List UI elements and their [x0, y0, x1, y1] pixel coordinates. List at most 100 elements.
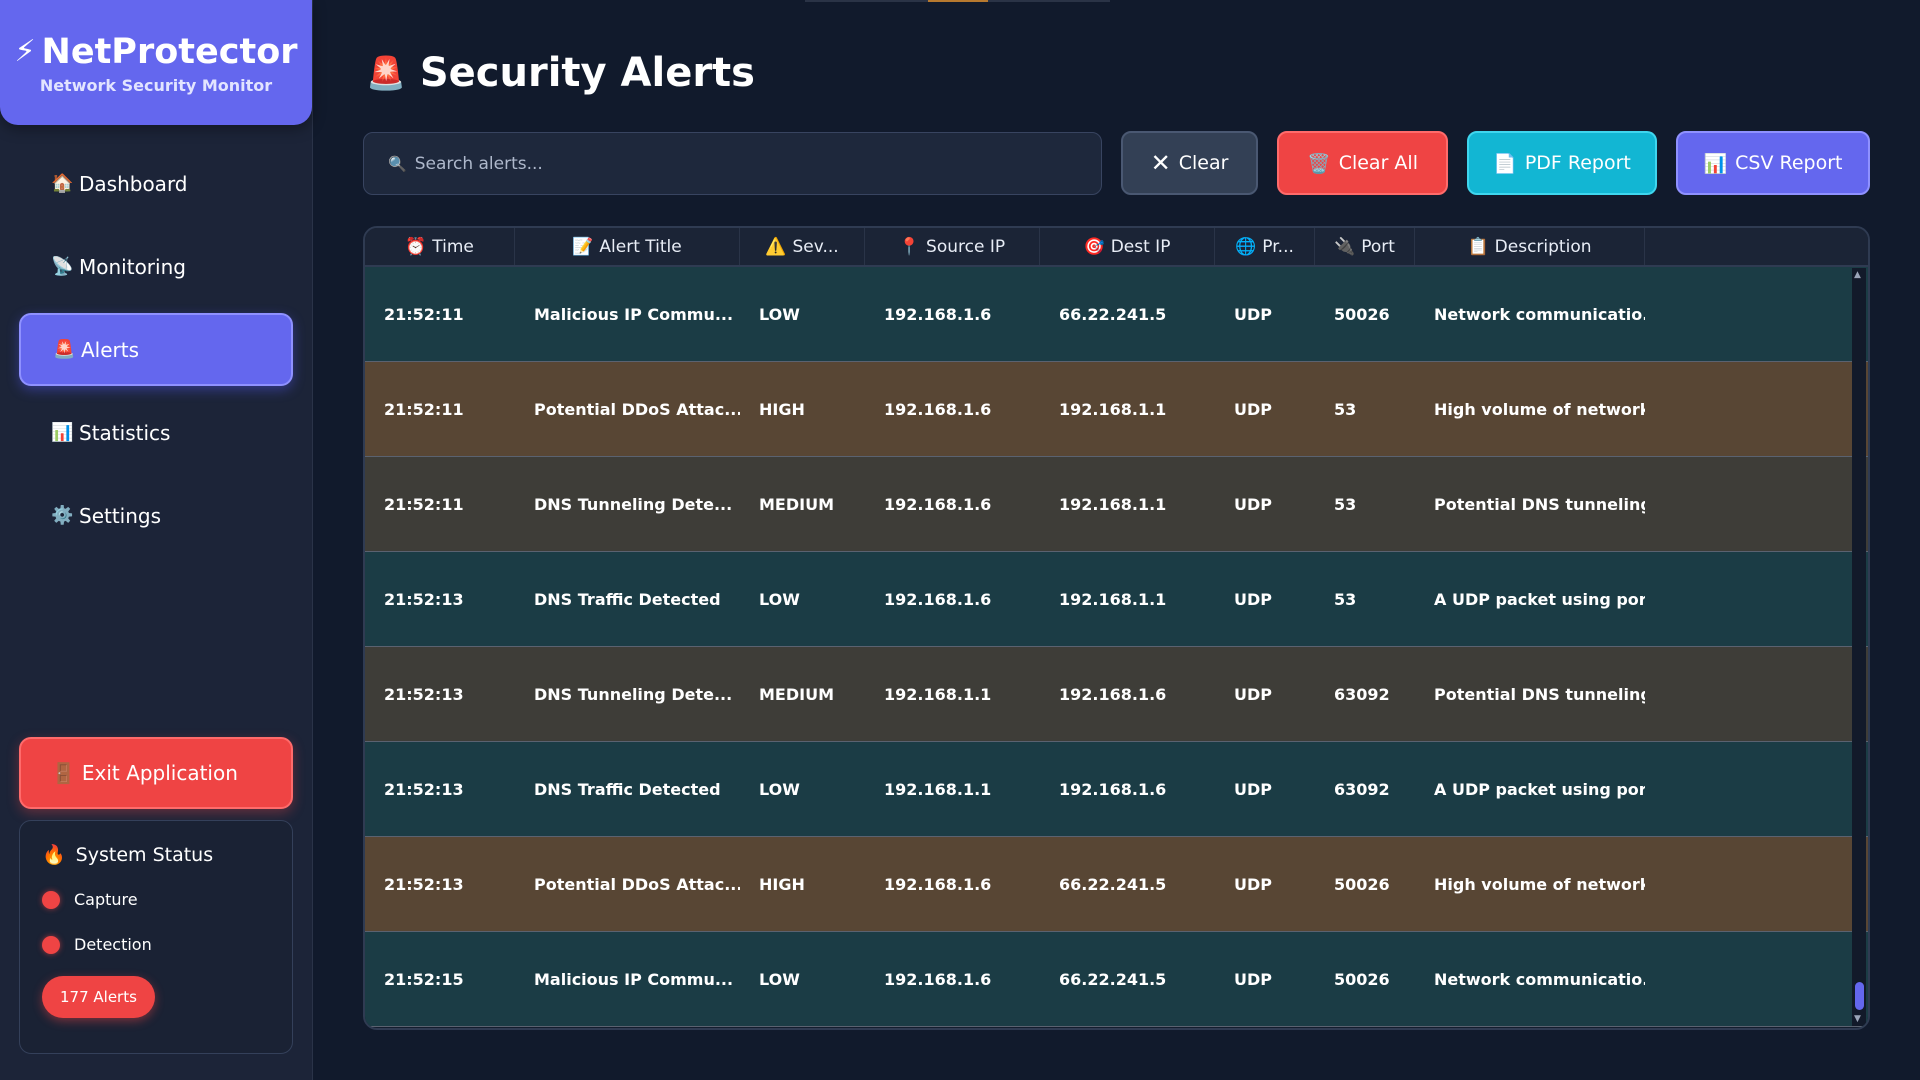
cell-alert-title: DNS Tunneling Dete...: [534, 684, 733, 704]
clear-button[interactable]: ✕ Clear: [1121, 131, 1258, 195]
search-bar: 🔍: [363, 132, 1102, 195]
column-header-port[interactable]: 🔌 Port: [1315, 228, 1415, 265]
sidebar-item-statistics[interactable]: 📊 Statistics: [19, 396, 293, 469]
app-title: ⚡ NetProtector: [0, 32, 312, 72]
cell-time: 21:52:11: [384, 494, 464, 514]
column-header-severity[interactable]: ⚠️ Sev...: [740, 228, 865, 265]
clear-all-button[interactable]: 🗑️ Clear All: [1277, 131, 1448, 195]
cell-alert-title: DNS Traffic Detected: [534, 779, 721, 799]
cell-alert-title: Malicious IP Commu...: [534, 969, 734, 989]
cell-severity: LOW: [759, 969, 800, 989]
document-icon: 📄: [1493, 152, 1517, 175]
page-title: 🚨 Security Alerts: [366, 50, 755, 96]
table-row[interactable]: 21:52:11 DNS Tunneling Dete... MEDIUM 19…: [365, 457, 1868, 552]
table-row[interactable]: 21:52:11 Malicious IP Commu... LOW 192.1…: [365, 267, 1868, 362]
door-icon: 🚪: [51, 761, 76, 785]
cell-port: 50026: [1334, 304, 1390, 324]
cell-severity: HIGH: [759, 399, 805, 419]
detection-label: Detection: [74, 935, 152, 954]
cell-port: 53: [1334, 399, 1357, 419]
cell-source-ip: 192.168.1.6: [884, 304, 992, 324]
table-row[interactable]: 21:52:11 Potential DDoS Attac... HIGH 19…: [365, 362, 1868, 457]
cell-severity: MEDIUM: [759, 684, 834, 704]
sidebar-item-label: Settings: [79, 503, 162, 528]
csv-report-button[interactable]: 📊 CSV Report: [1676, 131, 1870, 195]
cell-severity: LOW: [759, 304, 800, 324]
column-header-description[interactable]: 📋 Description: [1415, 228, 1645, 265]
cell-severity: MEDIUM: [759, 494, 834, 514]
table-row[interactable]: 21:52:15 Malicious IP Commu... LOW 192.1…: [365, 932, 1868, 1027]
cell-alert-title: Potential DDoS Attac...: [534, 874, 740, 894]
alerts-table: ⏰ Time 📝 Alert Title ⚠️ Sev... 📍 Source IP 🎯…: [363, 226, 1870, 1030]
cell-dest-ip: 66.22.241.5: [1059, 874, 1167, 894]
sidebar-item-monitoring[interactable]: 📡 Monitoring: [19, 230, 293, 303]
search-input[interactable]: [414, 153, 1095, 174]
alerts-count-badge[interactable]: 177 Alerts: [42, 976, 155, 1018]
cell-port: 53: [1334, 589, 1357, 609]
table-row[interactable]: 21:52:13 DNS Traffic Detected LOW 192.16…: [365, 742, 1868, 837]
status-dot-icon: [42, 890, 60, 909]
cell-description: A UDP packet using por...: [1434, 589, 1645, 609]
table-row[interactable]: 21:52:13 DNS Tunneling Dete... MEDIUM 19…: [365, 647, 1868, 742]
sidebar: ⚡ NetProtector Network Security Monitor …: [0, 0, 313, 1080]
cell-time: 21:52:13: [384, 589, 464, 609]
search-icon: 🔍: [388, 154, 407, 173]
cell-protocol: UDP: [1234, 969, 1272, 989]
cell-time: 21:52:13: [384, 684, 464, 704]
cell-source-ip: 192.168.1.6: [884, 969, 992, 989]
cell-description: High volume of network...: [1434, 399, 1645, 419]
status-dot-icon: [42, 935, 60, 954]
cell-dest-ip: 192.168.1.6: [1059, 779, 1167, 799]
clock-icon: ⏰: [405, 236, 427, 257]
column-header-dest-ip[interactable]: 🎯 Dest IP: [1040, 228, 1215, 265]
sidebar-item-label: Alerts: [81, 337, 140, 362]
exit-label: Exit Application: [81, 761, 238, 785]
fire-icon: 🔥: [42, 844, 66, 866]
cell-dest-ip: 192.168.1.1: [1059, 589, 1167, 609]
clipboard-icon: 📋: [1467, 236, 1489, 257]
target-icon: 🎯: [1083, 236, 1105, 257]
warning-icon: ⚠️: [765, 236, 787, 257]
cell-description: High volume of network...: [1434, 874, 1645, 894]
brand-header: ⚡ NetProtector Network Security Monitor: [0, 0, 312, 125]
app-name: NetProtector: [41, 32, 298, 72]
table-row[interactable]: 21:52:13 DNS Traffic Detected LOW 192.16…: [365, 552, 1868, 647]
column-header-source-ip[interactable]: 📍 Source IP: [865, 228, 1040, 265]
sidebar-item-alerts[interactable]: 🚨 Alerts: [19, 313, 293, 386]
cell-source-ip: 192.168.1.6: [884, 589, 992, 609]
sidebar-item-label: Statistics: [79, 420, 171, 445]
scroll-down-icon[interactable]: ▼: [1854, 1014, 1861, 1024]
close-icon: ✕: [1150, 149, 1171, 177]
pdf-report-button[interactable]: 📄 PDF Report: [1467, 131, 1657, 195]
cell-source-ip: 192.168.1.1: [884, 684, 992, 704]
table-header: ⏰ Time 📝 Alert Title ⚠️ Sev... 📍 Source IP 🎯…: [365, 228, 1868, 267]
cell-time: 21:52:13: [384, 779, 464, 799]
sidebar-item-label: Dashboard: [79, 171, 188, 196]
cell-protocol: UDP: [1234, 399, 1272, 419]
scroll-up-icon[interactable]: ▲: [1854, 270, 1861, 280]
cell-protocol: UDP: [1234, 874, 1272, 894]
column-header-time[interactable]: ⏰ Time: [365, 228, 515, 265]
siren-icon: 🚨: [53, 339, 76, 360]
table-scrollbar[interactable]: ▲ ▼: [1852, 268, 1866, 1026]
cell-severity: HIGH: [759, 874, 805, 894]
exit-application-button[interactable]: 🚪 Exit Application: [19, 737, 293, 809]
cell-dest-ip: 192.168.1.1: [1059, 494, 1167, 514]
bar-chart-icon: 📊: [51, 422, 74, 443]
cell-protocol: UDP: [1234, 304, 1272, 324]
cell-description: Network communicatio...: [1434, 969, 1645, 989]
scrollbar-thumb[interactable]: [1855, 982, 1864, 1010]
table-row[interactable]: 21:52:13 Potential DDoS Attac... HIGH 19…: [365, 837, 1868, 932]
cell-port: 53: [1334, 494, 1357, 514]
cell-port: 63092: [1334, 684, 1390, 704]
column-header-protocol[interactable]: 🌐 Pr...: [1215, 228, 1315, 265]
cell-time: 21:52:15: [384, 969, 464, 989]
sidebar-item-settings[interactable]: ⚙️ Settings: [19, 479, 293, 552]
cell-source-ip: 192.168.1.6: [884, 874, 992, 894]
trash-icon: 🗑️: [1307, 152, 1331, 175]
column-header-alert-title[interactable]: 📝 Alert Title: [515, 228, 740, 265]
sidebar-item-dashboard[interactable]: 🏠 Dashboard: [19, 147, 293, 220]
bar-chart-icon: 📊: [1703, 152, 1728, 175]
siren-icon: 🚨: [366, 54, 406, 92]
cell-source-ip: 192.168.1.6: [884, 399, 992, 419]
